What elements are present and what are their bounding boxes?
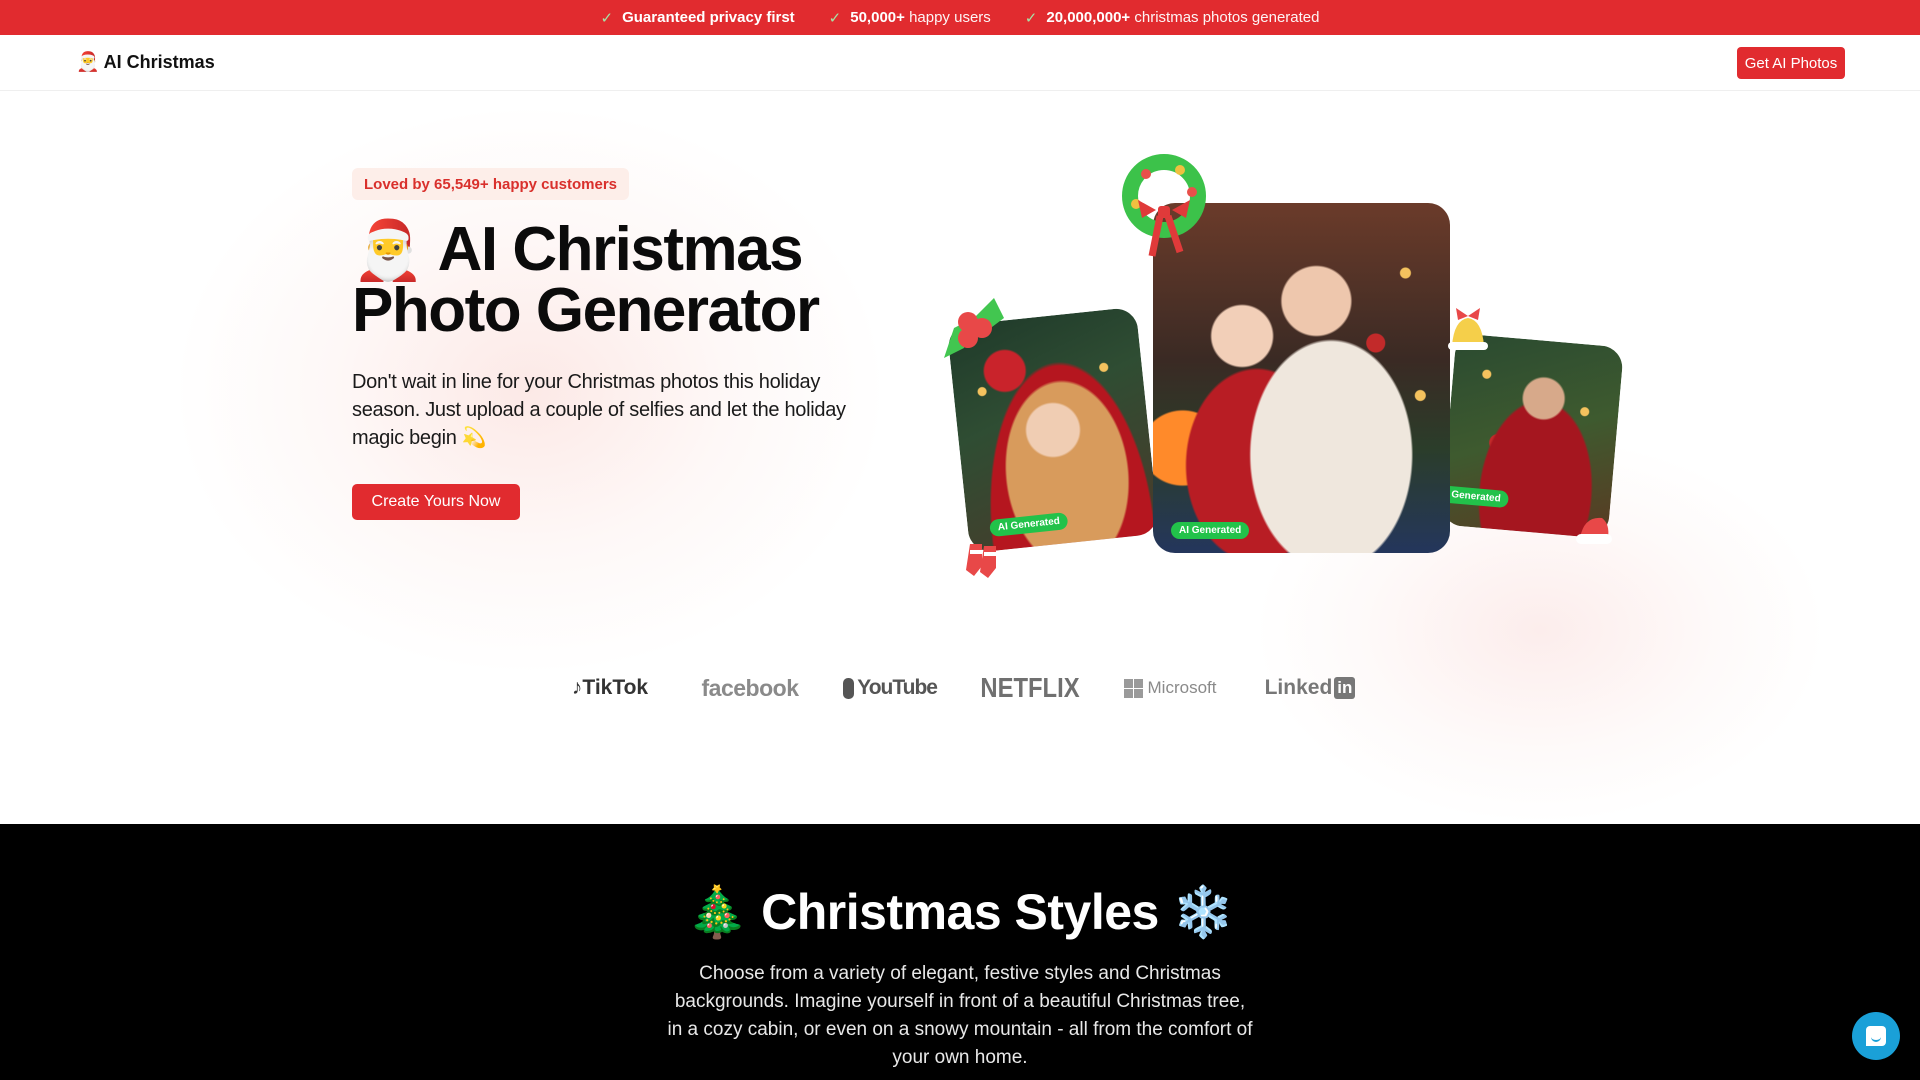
ai-generated-tag: AI Generated [1439,484,1510,509]
styles-description: Choose from a variety of elegant, festiv… [667,963,1253,1068]
snowflake-icon: ❄️ [1172,884,1235,940]
wreath-icon [1116,152,1212,276]
check-icon: ✓ [600,9,614,27]
youtube-logo: YouTube [843,670,938,706]
hero-description-text: Don't wait in line for your Christmas ph… [352,371,846,449]
stockings-icon [964,536,1004,587]
create-yours-now-button[interactable]: Create Yours Now [352,484,520,520]
dizzy-star-icon: 💫 [461,427,487,449]
announcement-photos-label: christmas photos generated [1134,9,1320,26]
microsoft-logo: Microsoft [1123,670,1217,706]
linkedin-in-icon: in [1334,677,1356,699]
facebook-logo: facebook [701,674,799,701]
youtube-play-icon [843,677,864,699]
styles-title: 🎄 Christmas Styles ❄️ [0,882,1920,942]
santa-icon: 🎅 [352,218,425,283]
announcement-users-label: happy users [909,9,991,26]
christmas-tree-icon: 🎄 [685,884,748,940]
tiktok-note-icon: ♪ [571,676,583,699]
hero-title: 🎅 AI Christmas Photo Generator [352,218,912,342]
holly-icon [934,288,1014,375]
hero-description: Don't wait in line for your Christmas ph… [352,368,872,452]
hero-title-line1: AI Christmas [437,215,804,284]
tiktok-logo: ♪ TikTok [571,676,649,699]
announcement-privacy-text: Guaranteed privacy first [622,9,795,26]
santa-icon: 🎅 [76,52,100,73]
hero-title-line2: Photo Generator [352,276,820,345]
announcement-photos-count: 20,000,000+ [1046,9,1131,26]
announcement-users-count: 50,000+ [850,9,905,26]
netflix-logo: NETFLIX [980,672,1080,703]
announcement-privacy: ✓ Guaranteed privacy first [601,9,795,27]
announcement-users: ✓ 50,000+ happy users [829,9,991,27]
brand-name: AI Christmas [103,51,215,72]
check-icon: ✓ [1024,9,1038,27]
get-ai-photos-button[interactable]: Get AI Photos [1737,47,1845,79]
check-icon: ✓ [828,9,842,27]
microsoft-grid-icon [1123,678,1143,698]
ai-generated-tag: AI Generated [1171,522,1250,539]
santa-hat-icon [1574,512,1614,555]
styles-title-text: Christmas Styles [761,884,1159,940]
linkedin-logo: Linked in [1263,670,1357,706]
chat-widget-button[interactable] [1852,1012,1900,1060]
ai-generated-tag: AI Generated [989,511,1069,538]
brand-logos-row: ♪ TikTok facebook YouTube NETFLIX Microso… [0,670,1920,706]
bell-icon [1444,306,1490,359]
hero-photo-man-red-coat: AI Generated [1439,333,1625,539]
announcement-photos: ✓ 20,000,000+ christmas photos generated [1025,9,1320,27]
announcement-bar: ✓ Guaranteed privacy first ✓ 50,000+ hap… [0,0,1920,35]
navbar: 🎅 AI Christmas Get AI Photos [0,35,1920,91]
brand-logo[interactable]: 🎅 AI Christmas [76,50,215,74]
chat-icon [1866,1026,1886,1046]
social-proof-badge: Loved by 65,549+ happy customers [352,168,630,200]
